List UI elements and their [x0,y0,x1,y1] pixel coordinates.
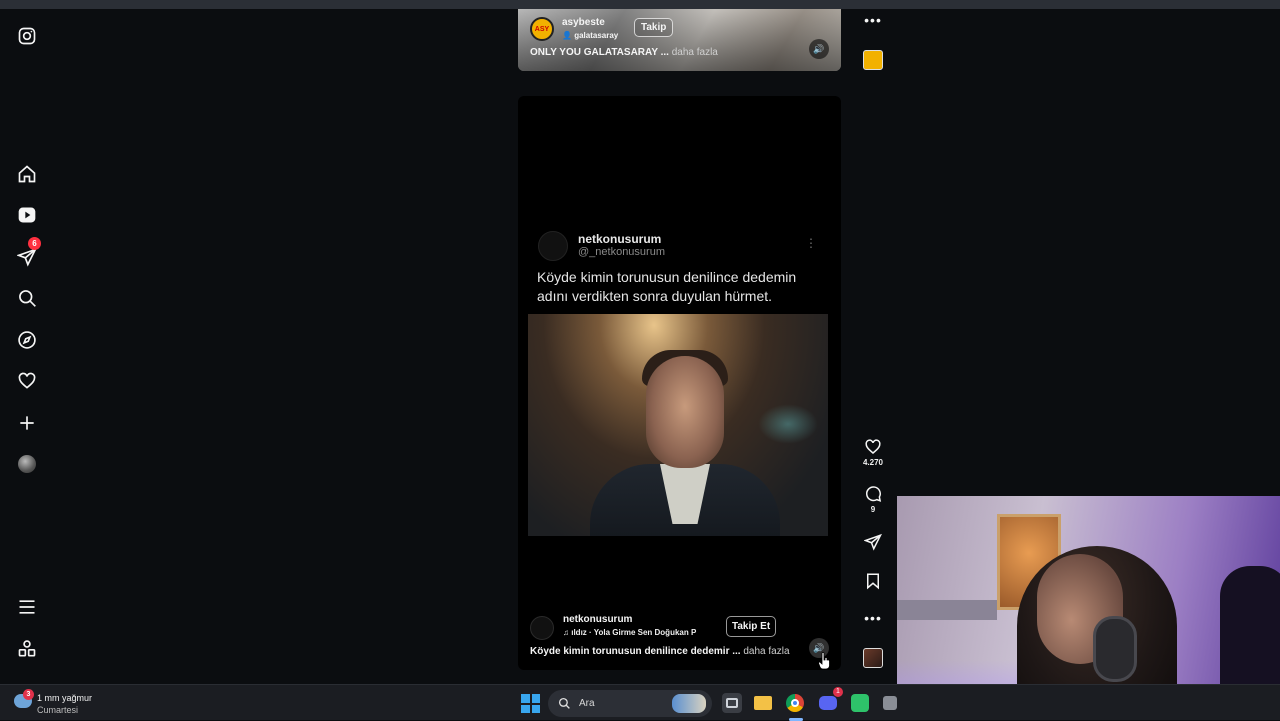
headphones [1093,616,1137,682]
explore-icon[interactable] [14,327,40,353]
tweet-handle: @_netkonusurum [578,246,665,258]
windows-start-icon[interactable] [521,694,540,713]
chrome-icon[interactable] [785,693,805,713]
windows-taskbar: 3 1 mm yağmur Cumartesi Ara 1 [0,684,1280,721]
reel-music-info[interactable]: ♫ ıldız · Yola Girme Sen Doğukan P [563,628,713,637]
create-plus-icon[interactable] [14,410,40,436]
search-icon [558,697,570,709]
weather-line2: Cumartesi [37,705,79,715]
weather-line1: 1 mm yağmur [37,693,93,703]
reel-caption: Köyde kimin torunusun denilince dedemir … [530,646,790,657]
more-options-icon[interactable]: ••• [858,12,888,28]
more-link[interactable]: daha fazla [743,646,789,657]
share-button[interactable] [858,533,888,551]
app-extra-icon[interactable] [880,693,900,713]
follow-button[interactable]: Takip Et [726,616,777,637]
heart-icon [865,439,881,454]
tweet-more-icon: ⋮ [805,236,817,250]
search-highlight-image [672,694,706,713]
hand-cursor-icon [818,652,830,670]
instagram-logo-icon[interactable] [14,23,40,49]
notifications-heart-icon[interactable] [14,368,40,394]
sound-toggle-icon[interactable]: 🔊 [809,39,829,59]
profile-avatar[interactable] [14,451,40,477]
follow-button[interactable]: Takip [634,18,674,37]
like-count: 4.270 [862,458,884,467]
discord-badge: 1 [833,687,843,697]
like-button[interactable]: 4.270 [858,438,888,467]
reels-icon[interactable] [14,202,40,228]
more-menu-icon[interactable] [14,594,40,620]
video-still-image [528,314,828,536]
reel-video-current[interactable]: netkonusurum @_netkonusurum ⋮ Köyde kimi… [518,96,841,670]
file-explorer-icon[interactable] [753,693,773,713]
taskbar-search[interactable]: Ara [548,690,712,717]
more-link[interactable]: daha fazla [672,47,718,58]
comment-icon [866,486,882,502]
audio-thumbnail[interactable] [858,648,888,668]
weather-widget[interactable]: 3 1 mm yağmur Cumartesi [14,689,124,717]
search-icon[interactable] [14,285,40,311]
task-view-icon[interactable] [722,693,742,713]
reel-author-username[interactable]: asybeste [562,17,605,28]
app-green-icon[interactable] [850,693,870,713]
bookmark-icon [867,573,879,590]
comment-count: 9 [870,505,876,514]
tweet-text: Köyde kimin torunusun denilince dedemin … [537,269,797,304]
weather-badge: 3 [23,689,34,700]
reel-video-previous[interactable]: ASY asybeste 👤 galatasaray Takip ONLY YO… [518,9,841,71]
comment-button[interactable]: 9 [858,485,888,514]
reel-author-avatar[interactable]: ASY [530,17,554,41]
share-icon [864,533,882,551]
save-button[interactable] [858,572,888,590]
browser-top-edge [0,0,1280,9]
music-note-icon: ♫ [563,628,572,637]
reel-caption: ONLY YOU GALATASARAY ... daha fazla [530,47,718,58]
reel-actions-previous: ••• [858,12,888,72]
tweet-avatar [538,231,568,261]
also-from-meta-icon[interactable] [14,636,40,662]
tweet-name: netkonusurum [578,232,662,246]
discord-icon[interactable]: 1 [818,687,843,713]
reel-author-avatar[interactable] [530,616,554,640]
messages-badge: 6 [28,237,41,250]
home-icon[interactable] [14,161,40,187]
messages-icon[interactable]: 6 [14,237,41,270]
reel-author-subtitle: 👤 galatasaray [562,31,619,40]
reel-author-username[interactable]: netkonusurum [563,614,632,625]
instagram-sidebar: 6 [0,9,54,684]
reel-actions-current: 4.270 9 ••• [858,438,888,668]
more-options-icon[interactable]: ••• [858,610,888,626]
audio-thumbnail[interactable] [858,50,888,70]
user-icon: 👤 [562,31,572,40]
